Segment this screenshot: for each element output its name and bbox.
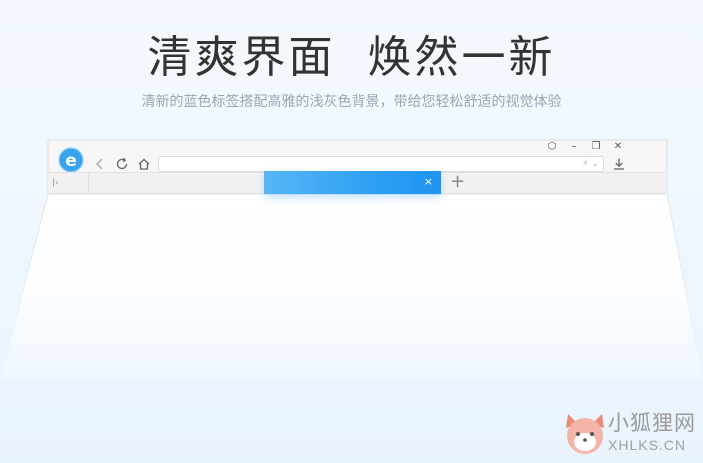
tab-inactive[interactable] [88, 172, 264, 194]
refresh-icon[interactable] [115, 157, 129, 171]
download-icon[interactable] [612, 157, 626, 171]
home-icon[interactable] [137, 157, 151, 171]
skin-icon[interactable]: ⬡ [545, 141, 559, 153]
address-bar-input[interactable]: ⚡ ⌄ [158, 156, 604, 172]
restore-button[interactable]: ❐ [589, 141, 603, 153]
sidebar-toggle[interactable]: |› [52, 178, 59, 188]
browser-window [0, 139, 703, 381]
back-icon[interactable] [93, 157, 107, 171]
ie-e-logo-icon: e [58, 147, 84, 173]
tab-close-icon[interactable]: × [424, 175, 433, 189]
tab-active[interactable]: × [264, 171, 441, 194]
watermark-domain: XHLKS.CN [608, 437, 687, 453]
address-bar-indicators[interactable]: ⚡ ⌄ [582, 158, 599, 170]
new-tab-button[interactable]: + [450, 172, 465, 192]
close-button[interactable]: ✕ [611, 141, 625, 153]
svg-text:e: e [65, 151, 77, 171]
minimize-button[interactable]: – [567, 141, 581, 153]
watermark-name: 小狐狸网 [608, 411, 696, 435]
